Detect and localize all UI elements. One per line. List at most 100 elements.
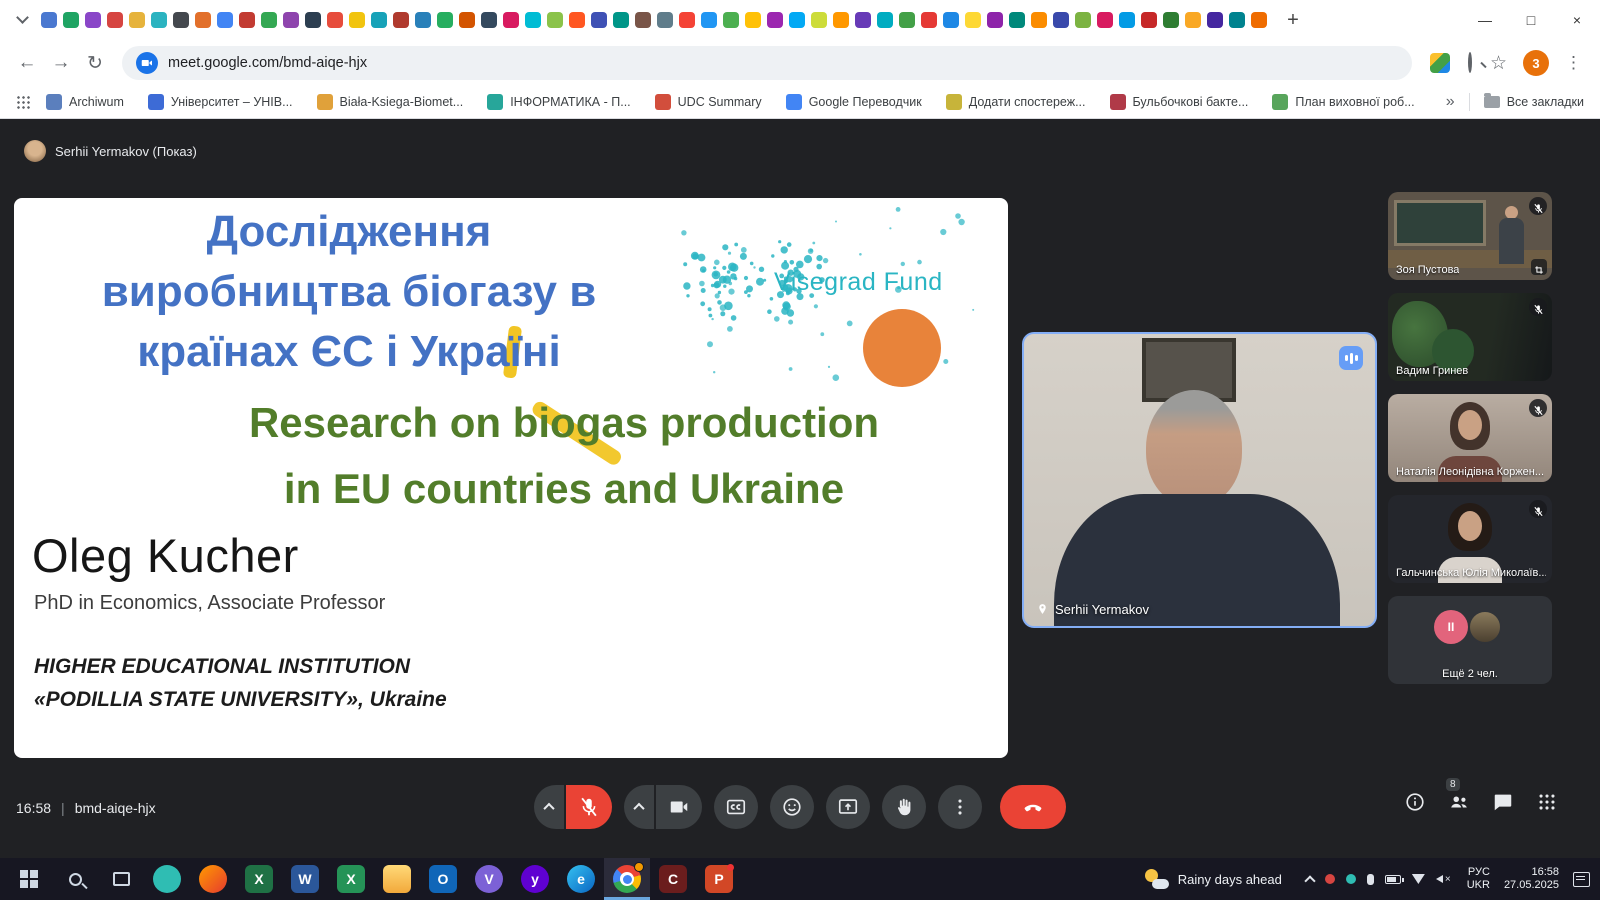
- window-maximize-button[interactable]: □: [1508, 0, 1554, 40]
- pinned-tab-favicon[interactable]: [239, 12, 255, 28]
- pinned-tab-favicon[interactable]: [327, 12, 343, 28]
- bookmark-item[interactable]: UDC Summary: [655, 94, 762, 110]
- pinned-tab-favicon[interactable]: [1185, 12, 1201, 28]
- end-call-button[interactable]: [1000, 785, 1066, 829]
- activities-button[interactable]: [1536, 791, 1558, 813]
- bookmark-item[interactable]: Google Переводчик: [786, 94, 922, 110]
- captions-button[interactable]: [714, 785, 758, 829]
- language-indicator[interactable]: РУС UKR: [1467, 866, 1490, 892]
- app-word[interactable]: W: [282, 858, 328, 900]
- pinned-tab-favicon[interactable]: [305, 12, 321, 28]
- bookmark-item[interactable]: Biała-Ksiega-Biomet...: [317, 94, 464, 110]
- zoom-icon[interactable]: [1468, 54, 1472, 72]
- reactions-button[interactable]: [770, 785, 814, 829]
- mic-options-chevron[interactable]: [534, 785, 564, 829]
- app-edge[interactable]: e: [558, 858, 604, 900]
- taskbar-clock[interactable]: 16:58 27.05.2025: [1504, 866, 1559, 892]
- bookmark-item[interactable]: Додати спостереж...: [946, 94, 1086, 110]
- pinned-tab-favicon[interactable]: [1009, 12, 1025, 28]
- pinned-tab-favicon[interactable]: [1229, 12, 1245, 28]
- pinned-tab-favicon[interactable]: [723, 12, 739, 28]
- pinned-tab-favicon[interactable]: [261, 12, 277, 28]
- pinned-tab-favicon[interactable]: [701, 12, 717, 28]
- raise-hand-button[interactable]: [882, 785, 926, 829]
- pinned-tab-favicon[interactable]: [965, 12, 981, 28]
- app-teal[interactable]: [144, 858, 190, 900]
- browser-menu-icon[interactable]: ⋮: [1565, 53, 1582, 73]
- url-text[interactable]: meet.google.com/bmd-aiqe-hjx: [168, 55, 367, 71]
- participant-tile[interactable]: Наталія Леонідівна Коржен...: [1388, 394, 1552, 482]
- pinned-tab-favicon[interactable]: [63, 12, 79, 28]
- all-bookmarks-button[interactable]: Все закладки: [1484, 95, 1584, 109]
- window-close-button[interactable]: ×: [1554, 0, 1600, 40]
- pinned-tab-favicon[interactable]: [877, 12, 893, 28]
- pinned-tab-favicon[interactable]: [195, 12, 211, 28]
- app-chrome[interactable]: [604, 858, 650, 900]
- battery-icon[interactable]: [1385, 875, 1401, 884]
- app-excel-doc[interactable]: X: [328, 858, 374, 900]
- pinned-tab-favicon[interactable]: [635, 12, 651, 28]
- pinned-tab-favicon[interactable]: [129, 12, 145, 28]
- pinned-tab-favicon[interactable]: [173, 12, 189, 28]
- pinned-tab-favicon[interactable]: [371, 12, 387, 28]
- pinned-tab-favicon[interactable]: [921, 12, 937, 28]
- tray-red-icon[interactable]: [1325, 874, 1335, 884]
- pinned-tab-favicon[interactable]: [1251, 12, 1267, 28]
- people-button[interactable]: 8: [1448, 791, 1470, 813]
- bookmark-star-icon[interactable]: ☆: [1490, 52, 1507, 75]
- pinned-tab-favicon[interactable]: [613, 12, 629, 28]
- bookmark-item[interactable]: План виховної роб...: [1272, 94, 1414, 110]
- pinned-tab-favicon[interactable]: [217, 12, 233, 28]
- task-view-button[interactable]: [98, 858, 144, 900]
- app-outlook[interactable]: O: [420, 858, 466, 900]
- app-firefox[interactable]: [190, 858, 236, 900]
- pinned-tab-favicon[interactable]: [481, 12, 497, 28]
- app-excel[interactable]: X: [236, 858, 282, 900]
- tray-chevron-icon[interactable]: [1304, 875, 1315, 886]
- bookmark-item[interactable]: Бульбочкові бакте...: [1110, 94, 1249, 110]
- main-video-tile[interactable]: Serhii Yermakov: [1022, 332, 1377, 628]
- present-button[interactable]: [826, 785, 870, 829]
- tray-mic-icon[interactable]: [1367, 874, 1374, 885]
- start-button[interactable]: [6, 858, 52, 900]
- address-bar[interactable]: meet.google.com/bmd-aiqe-hjx: [122, 46, 1412, 80]
- pinned-tab-favicon[interactable]: [107, 12, 123, 28]
- pinned-tab-favicon[interactable]: [855, 12, 871, 28]
- apps-grid-icon[interactable]: [16, 95, 30, 109]
- extension-icon[interactable]: [1430, 53, 1450, 73]
- meeting-details-button[interactable]: [1404, 791, 1426, 813]
- pinned-tab-favicon[interactable]: [437, 12, 453, 28]
- pinned-tab-favicon[interactable]: [349, 12, 365, 28]
- pinned-tab-favicon[interactable]: [1163, 12, 1179, 28]
- pinned-tab-favicon[interactable]: [1075, 12, 1091, 28]
- pinned-tab-favicon[interactable]: [1119, 12, 1135, 28]
- participant-tile[interactable]: Зоя Пустова: [1388, 192, 1552, 280]
- new-tab-button[interactable]: +: [1279, 6, 1307, 34]
- crop-icon[interactable]: [1531, 259, 1547, 275]
- back-button[interactable]: ←: [10, 46, 44, 80]
- pinned-tab-favicon[interactable]: [393, 12, 409, 28]
- chevron-down-icon[interactable]: [16, 11, 29, 24]
- forward-button[interactable]: →: [44, 46, 78, 80]
- app-folder[interactable]: [374, 858, 420, 900]
- app-media[interactable]: C: [650, 858, 696, 900]
- pinned-tab-favicon[interactable]: [591, 12, 607, 28]
- chat-button[interactable]: [1492, 791, 1514, 813]
- pinned-tab-favicon[interactable]: [1097, 12, 1113, 28]
- pinned-tab-favicon[interactable]: [525, 12, 541, 28]
- pinned-tab-favicon[interactable]: [811, 12, 827, 28]
- notification-center-icon[interactable]: [1573, 872, 1590, 887]
- bookmark-item[interactable]: Archiwum: [46, 94, 124, 110]
- pinned-tab-favicon[interactable]: [899, 12, 915, 28]
- app-viber[interactable]: V: [466, 858, 512, 900]
- bookmarks-overflow-button[interactable]: »: [1446, 93, 1455, 111]
- participant-tile[interactable]: Вадим Гринев: [1388, 293, 1552, 381]
- presenter-chip[interactable]: Serhii Yermakov (Показ): [24, 140, 197, 162]
- participant-tile[interactable]: Гальчинська Юлія Миколаїв...: [1388, 495, 1552, 583]
- pinned-tab-favicon[interactable]: [151, 12, 167, 28]
- bookmark-item[interactable]: ІНФОРМАТИКА - П...: [487, 94, 630, 110]
- reload-button[interactable]: ↻: [78, 46, 112, 80]
- search-button[interactable]: [52, 858, 98, 900]
- pinned-tab-favicon[interactable]: [1053, 12, 1069, 28]
- pinned-tab-favicon[interactable]: [789, 12, 805, 28]
